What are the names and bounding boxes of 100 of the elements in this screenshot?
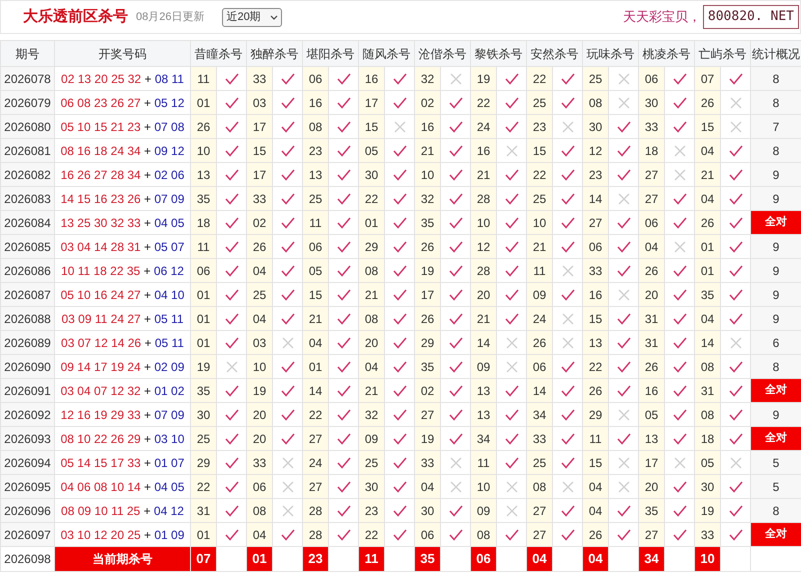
kill-number-cell: 18	[694, 426, 720, 450]
kill-number-cell: 08	[302, 114, 328, 138]
stat-cell: 7	[750, 114, 801, 138]
kill-number-cell: 26	[694, 210, 720, 234]
kill-number-cell: 23	[302, 138, 328, 162]
slogan: 天天彩宝贝，	[622, 8, 701, 26]
stat-cell: 6	[750, 330, 801, 354]
current-kill-number: 01	[246, 546, 272, 572]
period-cell: 2026092	[0, 402, 54, 426]
kill-number-cell: 33	[638, 114, 664, 138]
current-kill-number: 34	[638, 546, 664, 572]
kill-number-cell: 26	[638, 354, 664, 378]
kill-number-cell: 01	[190, 282, 216, 306]
kill-number-cell: 27	[302, 426, 328, 450]
site-name: 800820. NET	[702, 5, 799, 29]
kill-number-cell: 05	[302, 258, 328, 282]
kill-number-cell: 19	[470, 66, 496, 90]
kill-number-cell: 22	[302, 402, 328, 426]
kill-number-cell: 32	[414, 66, 440, 90]
current-kill-number: 04	[526, 546, 552, 572]
stat-cell: 5	[750, 450, 801, 474]
kill-number-cell: 33	[246, 66, 272, 90]
kill-number-cell: 08	[358, 306, 384, 330]
kill-number-cell: 25	[582, 66, 608, 90]
stat-cell: 8	[750, 354, 801, 378]
kill-number-cell: 04	[694, 186, 720, 210]
kill-number-cell: 35	[190, 186, 216, 210]
kill-number-cell: 25	[526, 90, 552, 114]
current-kill-number: 10	[694, 546, 720, 572]
stat-cell: 9	[750, 258, 801, 282]
kill-number-cell: 33	[246, 450, 272, 474]
draw-numbers: 10 11 18 22 35 + 06 12	[54, 258, 190, 282]
all-correct-badge: 全对	[750, 378, 801, 402]
kill-number-cell: 16	[582, 282, 608, 306]
kill-number-cell: 19	[246, 378, 272, 402]
kill-number-cell: 26	[414, 234, 440, 258]
current-kill-number: 06	[470, 546, 496, 572]
kill-number-cell: 04	[246, 306, 272, 330]
kill-number-cell: 21	[694, 162, 720, 186]
kill-number-cell: 21	[302, 306, 328, 330]
kill-number-cell: 18	[638, 138, 664, 162]
kill-number-cell: 30	[582, 114, 608, 138]
kill-number-cell: 10	[246, 354, 272, 378]
kill-number-cell: 02	[246, 210, 272, 234]
kill-number-cell: 08	[694, 354, 720, 378]
kill-number-cell: 31	[638, 306, 664, 330]
kill-number-cell: 21	[470, 162, 496, 186]
stat-cell: 8	[750, 138, 801, 162]
kill-number-cell: 25	[526, 450, 552, 474]
current-label: 当前期杀号	[54, 546, 190, 572]
kill-number-cell: 13	[470, 402, 496, 426]
kill-number-cell: 19	[414, 426, 440, 450]
period-cell: 2026083	[0, 186, 54, 210]
kill-number-cell: 32	[358, 402, 384, 426]
kill-number-cell: 12	[470, 234, 496, 258]
kill-number-cell: 10	[470, 474, 496, 498]
kill-number-cell: 20	[638, 474, 664, 498]
kill-number-cell: 06	[246, 474, 272, 498]
kill-number-cell: 10	[414, 162, 440, 186]
kill-number-cell: 08	[694, 402, 720, 426]
column-header: 开奖号码	[54, 40, 190, 66]
column-header: 堪阳杀号	[302, 40, 358, 66]
kill-number-cell: 31	[190, 498, 216, 522]
period-cell: 2026089	[0, 330, 54, 354]
kill-number-cell: 26	[694, 90, 720, 114]
kill-number-cell: 15	[302, 282, 328, 306]
kill-number-cell: 01	[302, 354, 328, 378]
kill-number-cell: 24	[526, 306, 552, 330]
kill-number-cell: 21	[414, 138, 440, 162]
stat-cell: 9	[750, 306, 801, 330]
kill-number-cell: 11	[190, 66, 216, 90]
kill-number-cell: 35	[190, 378, 216, 402]
kill-number-cell: 06	[582, 234, 608, 258]
period-cell: 2026087	[0, 282, 54, 306]
draw-numbers: 12 16 19 29 33 + 07 09	[54, 402, 190, 426]
kill-number-cell: 02	[414, 90, 440, 114]
kill-number-cell: 27	[638, 522, 664, 546]
kill-number-cell: 03	[246, 330, 272, 354]
period-select[interactable]: 近20期	[222, 8, 282, 26]
kill-number-cell: 01	[694, 258, 720, 282]
stat-cell: 8	[750, 66, 801, 90]
draw-numbers: 05 10 16 24 27 + 04 10	[54, 282, 190, 306]
period-cell: 2026085	[0, 234, 54, 258]
kill-number-cell: 26	[190, 114, 216, 138]
kill-number-cell: 16	[414, 114, 440, 138]
draw-numbers: 08 16 18 24 34 + 09 12	[54, 138, 190, 162]
kill-number-cell: 04	[302, 330, 328, 354]
kill-number-cell: 24	[470, 114, 496, 138]
kill-number-cell: 09	[470, 498, 496, 522]
kill-number-cell: 15	[582, 450, 608, 474]
stat-cell: 9	[750, 402, 801, 426]
draw-numbers: 02 13 20 25 32 + 08 11	[54, 66, 190, 90]
kill-number-cell: 06	[526, 354, 552, 378]
draw-numbers: 16 26 27 28 34 + 02 06	[54, 162, 190, 186]
stat-cell: 8	[750, 498, 801, 522]
kill-number-cell: 01	[190, 330, 216, 354]
kill-number-cell: 16	[638, 378, 664, 402]
draw-numbers: 04 06 08 10 14 + 04 05	[54, 474, 190, 498]
kill-number-cell: 21	[526, 234, 552, 258]
kill-number-cell: 24	[302, 450, 328, 474]
